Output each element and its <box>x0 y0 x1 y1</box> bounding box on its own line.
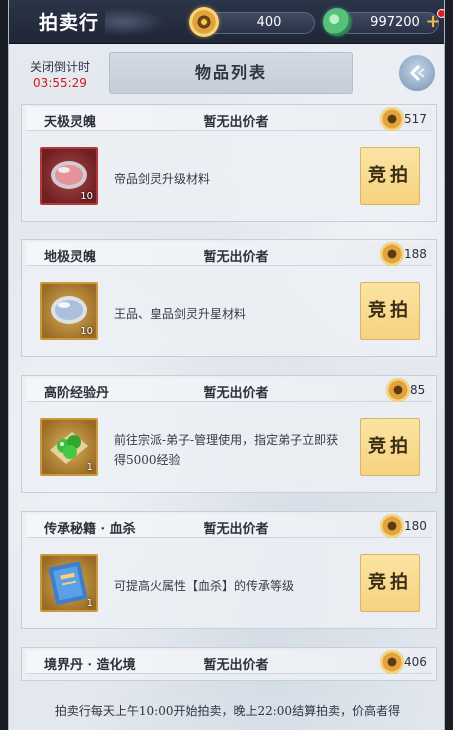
item-price: 188 <box>404 247 427 261</box>
jade-coin-icon <box>323 8 351 36</box>
bid-button[interactable]: 竞拍 <box>360 418 420 476</box>
item-bidder: 暂无出价者 <box>203 522 269 537</box>
chevron-left-icon <box>409 64 425 82</box>
gold-soul-stone-icon[interactable]: 10 <box>40 282 98 340</box>
item-price: 406 <box>404 655 427 669</box>
jade-amount: 997200 <box>370 15 420 30</box>
bid-button[interactable]: 竞拍 <box>360 147 420 205</box>
item-quantity: 1 <box>86 462 93 473</box>
item-description: 帝品剑灵升级材料 <box>114 172 211 186</box>
header-bar: 拍卖行 400 997200 + <box>9 0 444 44</box>
item-header: 地极灵魄 暂无出价者 188 <box>26 242 432 266</box>
item-name: 传承秘籍 · 血杀 <box>44 522 136 537</box>
auction-item-3: 高阶经验丹 暂无出价者 85 1 前往宗派-弟子-管理使用，指定弟子立即获得50… <box>21 375 437 493</box>
gold-currency-box: 400 <box>203 12 315 34</box>
countdown-label: 关闭倒计时 <box>29 60 90 74</box>
item-list-title: 物品列表 <box>194 63 267 82</box>
item-description: 王品、皇品剑灵升星材料 <box>114 307 247 321</box>
auction-item-1: 天极灵魄 暂无出价者 517 10 帝品剑灵升级材料 竞拍 <box>21 104 437 222</box>
item-header: 高阶经验丹 暂无出价者 85 <box>26 378 432 402</box>
item-name: 天极灵魄 <box>44 115 97 130</box>
right-frame <box>445 0 453 730</box>
gold-ingot-icon <box>386 378 410 402</box>
gold-amount: 400 <box>256 15 282 30</box>
jade-currency-box: 997200 <box>339 12 439 34</box>
item-quantity: 10 <box>80 191 93 202</box>
green-pill-icon[interactable]: 1 <box>40 418 98 476</box>
item-price: 180 <box>404 519 427 533</box>
gold-ingot-icon <box>189 7 219 37</box>
gold-ingot-icon <box>380 514 404 538</box>
item-bidder: 暂无出价者 <box>203 115 269 130</box>
item-quantity: 10 <box>80 326 93 337</box>
item-bidder: 暂无出价者 <box>203 386 269 401</box>
item-quantity: 1 <box>86 598 93 609</box>
gold-ingot-icon <box>380 107 404 131</box>
item-name: 境界丹 · 造化境 <box>44 658 136 673</box>
gold-ingot-icon <box>380 650 404 674</box>
item-name: 高阶经验丹 <box>44 386 110 401</box>
item-header: 境界丹 · 造化境 暂无出价者 406 <box>26 650 432 674</box>
back-button[interactable] <box>397 53 437 93</box>
item-description: 前往宗派-弟子-管理使用，指定弟子立即获得5000经验 <box>114 433 339 467</box>
item-bidder: 暂无出价者 <box>203 250 269 265</box>
blue-book-icon[interactable]: 1 <box>40 554 98 612</box>
item-description: 可提高火属性【血杀】的传承等级 <box>114 579 295 593</box>
red-soul-stone-icon[interactable]: 10 <box>40 147 98 205</box>
item-bidder: 暂无出价者 <box>203 658 269 673</box>
item-header: 传承秘籍 · 血杀 暂无出价者 180 <box>26 514 432 538</box>
left-frame <box>0 0 8 730</box>
countdown-timer: 03:55:29 <box>33 76 87 90</box>
bid-button[interactable]: 竞拍 <box>360 554 420 612</box>
auction-item-5: 境界丹 · 造化境 暂无出价者 406 <box>21 647 437 681</box>
notification-dot <box>437 9 444 18</box>
auction-item-4: 传承秘籍 · 血杀 暂无出价者 180 1 可提高火属性【血杀】的传承等级 竞拍 <box>21 511 437 629</box>
item-price: 85 <box>410 383 426 397</box>
auction-rules-note: 拍卖行每天上午10:00开始拍卖，晚上22:00结算拍卖，价高者得 <box>54 704 401 718</box>
auction-item-2: 地极灵魄 暂无出价者 188 10 王品、皇品剑灵升星材料 竞拍 <box>21 239 437 357</box>
item-name: 地极灵魄 <box>44 250 97 265</box>
item-header: 天极灵魄 暂无出价者 517 <box>26 107 432 131</box>
auction-panel: 拍卖行 400 997200 + 关闭倒计时 03:55:29 物品列表 天极灵… <box>8 0 445 730</box>
item-list-title-bar: 物品列表 <box>109 52 353 94</box>
page-title: 拍卖行 <box>39 12 100 34</box>
bid-button[interactable]: 竞拍 <box>360 282 420 340</box>
gold-ingot-icon <box>380 242 404 266</box>
header-decoration <box>105 8 165 36</box>
item-price: 517 <box>404 112 427 126</box>
